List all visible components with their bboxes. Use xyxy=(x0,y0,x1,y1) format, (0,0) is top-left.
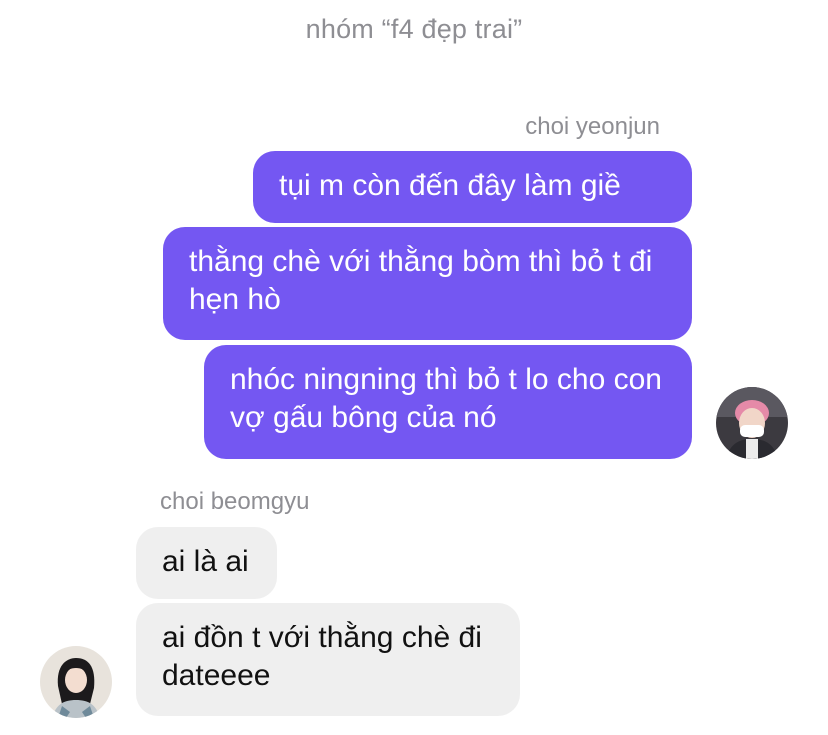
message-bubble-outgoing[interactable]: thằng chè với thằng bòm thì bỏ t đi hẹn … xyxy=(163,227,692,340)
message-text: nhóc ningning thì bỏ t lo cho con vợ gấu… xyxy=(230,363,662,434)
profile-photo-avatar-icon xyxy=(40,646,112,718)
message-text: thằng chè với thằng bòm thì bỏ t đi hẹn … xyxy=(189,245,653,316)
profile-photo-avatar-icon xyxy=(716,387,788,459)
message-text: ai đồn t với thằng chè đi dateeee xyxy=(162,621,482,692)
message-text: ai là ai xyxy=(162,545,249,578)
sender-name-choi-beomgyu: choi beomgyu xyxy=(160,488,310,515)
message-bubble-outgoing[interactable]: nhóc ningning thì bỏ t lo cho con vợ gấu… xyxy=(204,345,692,459)
message-bubble-incoming[interactable]: ai là ai xyxy=(136,527,277,599)
avatar-choi-yeonjun[interactable] xyxy=(716,387,788,459)
group-title: nhóm “f4 đẹp trai” xyxy=(305,14,523,44)
sender-name-choi-yeonjun: choi yeonjun xyxy=(525,113,660,140)
message-bubble-outgoing[interactable]: tụi m còn đến đây làm giề xyxy=(253,151,692,223)
message-text: tụi m còn đến đây làm giề xyxy=(279,169,621,202)
avatar-choi-beomgyu[interactable] xyxy=(40,646,112,718)
message-bubble-incoming[interactable]: ai đồn t với thằng chè đi dateeee xyxy=(136,603,520,716)
